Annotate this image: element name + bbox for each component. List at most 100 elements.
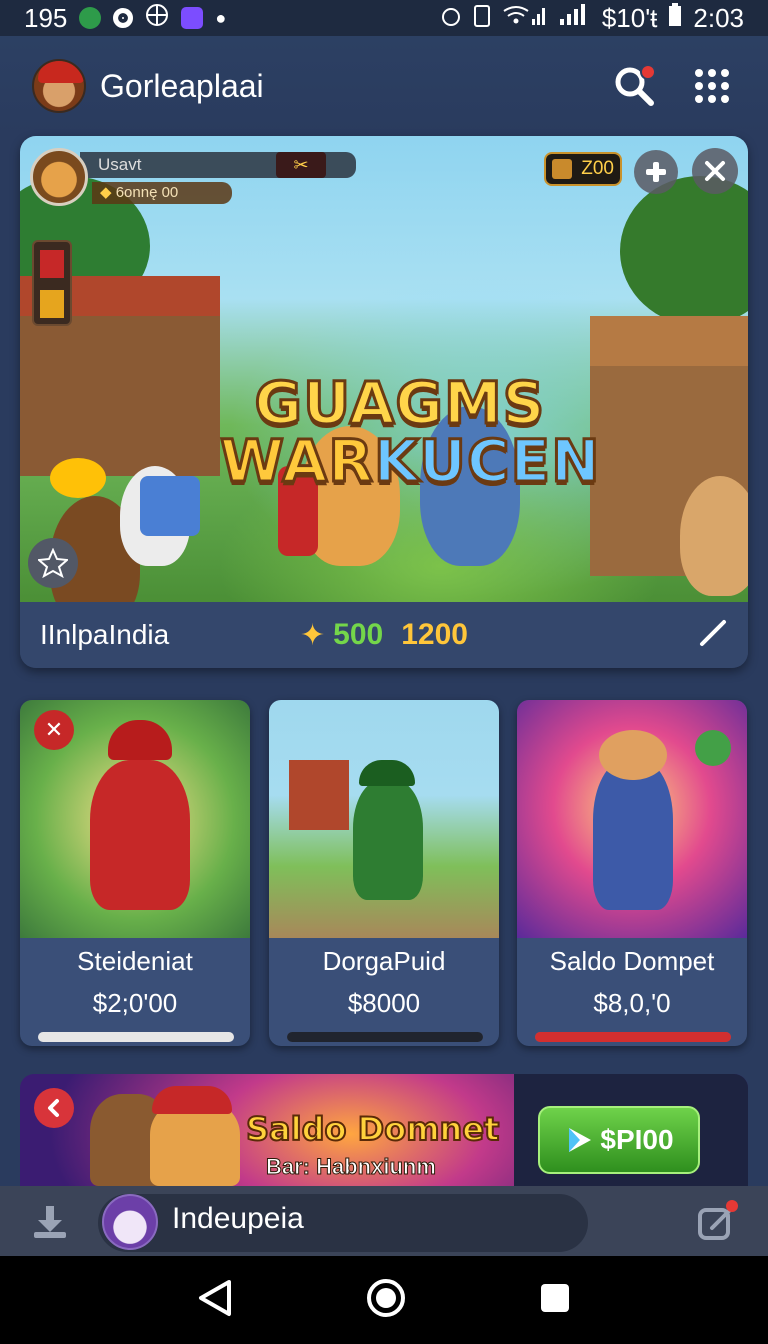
status-bar: 195 ● $10'ŧ 2:03: [0, 0, 768, 36]
compose-icon: [698, 1200, 738, 1240]
download-icon: [34, 1206, 66, 1238]
card-artwork: [517, 700, 747, 938]
app-title: Gorleaplaai: [100, 67, 264, 104]
card-red-icon: [40, 250, 64, 278]
status-right-text: $10'ŧ: [601, 2, 658, 33]
hero-title-line2: WARKUCEN: [219, 431, 602, 492]
pilot-bear-character: [593, 760, 673, 910]
download-button[interactable]: [28, 1200, 72, 1244]
hero-footer: IInlpaIndia ✦ 500 1200: [20, 602, 748, 668]
diamond-icon: ◆: [100, 184, 116, 201]
promo-banner[interactable]: Saldo Domnet Bar: Habnxiunm $PI00: [20, 1074, 748, 1186]
clock: 2:03: [693, 2, 744, 33]
globe-icon: [145, 3, 169, 34]
card-price: $8,0,'0: [593, 988, 671, 1018]
promo-headline: Saldo Domnet: [245, 1109, 500, 1149]
card-progress-fill: [38, 1032, 234, 1042]
hero-title-part-b: KU: [372, 427, 467, 495]
card-price: $2;0'00: [92, 988, 178, 1018]
hero-value-green: 500: [333, 618, 384, 651]
circle-app-icon: [113, 8, 134, 28]
hero-value-gold: 1200: [401, 618, 468, 651]
side-cards-panel[interactable]: [32, 240, 72, 326]
close-button[interactable]: [692, 148, 738, 194]
grid-menu-button[interactable]: [688, 62, 736, 110]
card-artwork: ✕: [20, 700, 250, 938]
nav-back-button[interactable]: [197, 1278, 233, 1323]
reward-icon[interactable]: ✂: [276, 152, 326, 178]
red-hat-decoration: [152, 1086, 232, 1114]
star-icon: [38, 548, 68, 578]
compose-button[interactable]: [696, 1200, 740, 1244]
card-progress-bar: [535, 1032, 731, 1042]
product-card[interactable]: DorgaPuid $8000: [269, 700, 499, 1046]
green-cap-decoration: [359, 760, 415, 786]
back-triangle-icon: [198, 1279, 231, 1316]
gold-star-icon: ✦: [300, 618, 326, 652]
profile-label: Indeupeia: [172, 1202, 304, 1235]
tan-bear-character: [680, 476, 748, 596]
red-captain-character: [90, 760, 190, 910]
card-progress-bar: [287, 1032, 483, 1042]
more-notifications-icon: ●: [215, 7, 227, 28]
system-nav-bar: [0, 1256, 768, 1344]
card-title: Steideniat: [77, 946, 193, 976]
crate-icon: [552, 159, 572, 179]
gold-coin-decoration: [50, 458, 106, 498]
favorite-button[interactable]: [28, 538, 78, 588]
cell-signal-icon: [558, 3, 592, 34]
card-progress-fill: [535, 1032, 731, 1042]
nav-recents-button[interactable]: [539, 1282, 571, 1319]
hut-decoration: [289, 760, 349, 830]
green-hammer-decoration: [695, 730, 731, 766]
hero-banner[interactable]: GUAGMS WARKUCEN: [20, 136, 748, 668]
card-gold-icon: [40, 290, 64, 318]
nav-home-button[interactable]: [366, 1278, 406, 1323]
edit-pencil-icon[interactable]: [698, 618, 728, 653]
bottom-bar: Indeupeia: [0, 1186, 768, 1256]
status-left-text: 195: [24, 2, 68, 33]
recents-square-icon: [541, 1283, 570, 1312]
add-button[interactable]: [634, 150, 678, 194]
eye-app-icon: [79, 7, 102, 29]
battery-icon: [667, 2, 683, 34]
user-coin-balance: ◆ 6onnę 00: [92, 182, 232, 204]
card-title: Saldo Dompet: [549, 946, 715, 976]
back-button[interactable]: [34, 1088, 74, 1128]
user-avatar[interactable]: [30, 148, 88, 206]
card-price: $8000: [347, 988, 421, 1018]
close-icon: [705, 161, 725, 181]
remove-badge-icon[interactable]: ✕: [34, 710, 74, 750]
app-logo-icon[interactable]: [32, 59, 86, 113]
plus-icon: [646, 162, 666, 182]
card-title: DorgaPuid: [322, 946, 446, 976]
app-bar: Gorleaplaai: [0, 36, 768, 136]
notification-badge: [640, 64, 656, 80]
home-circle-icon: [366, 1278, 405, 1317]
product-card[interactable]: Saldo Dompet $8,0,'0: [517, 700, 747, 1046]
grid-menu-icon: [695, 69, 729, 103]
play-store-icon: [569, 1128, 592, 1152]
card-progress-bar: [38, 1032, 234, 1042]
card-artwork: [269, 700, 499, 938]
bear-head-decoration: [599, 730, 667, 780]
red-hat-decoration: [108, 720, 172, 760]
coin-chip-value: Z00: [581, 158, 614, 179]
search-button[interactable]: [610, 62, 658, 110]
hero-title-part-a: WAR: [219, 427, 375, 495]
viber-icon: [181, 7, 204, 29]
buy-button[interactable]: $PI00: [538, 1106, 700, 1174]
profile-avatar[interactable]: [102, 1194, 158, 1250]
alarm-icon: [440, 3, 462, 34]
coin-chip[interactable]: Z00: [544, 152, 622, 186]
promo-subtitle: Bar: Habnxiunm: [266, 1154, 437, 1180]
hero-footer-name: IInlpaIndia: [40, 619, 170, 650]
tree-decoration: [620, 176, 748, 326]
hero-title-part-c: CEN: [465, 427, 601, 495]
product-card[interactable]: ✕ Steideniat $2;0'00: [20, 700, 250, 1046]
card-progress-fill: [287, 1032, 483, 1042]
vibrate-icon: [472, 3, 492, 34]
hero-title: GUAGMS WARKUCEN: [219, 373, 602, 492]
buy-button-label: $PI00: [600, 1124, 674, 1155]
user-coins-text: 6onnę 00: [115, 184, 179, 201]
